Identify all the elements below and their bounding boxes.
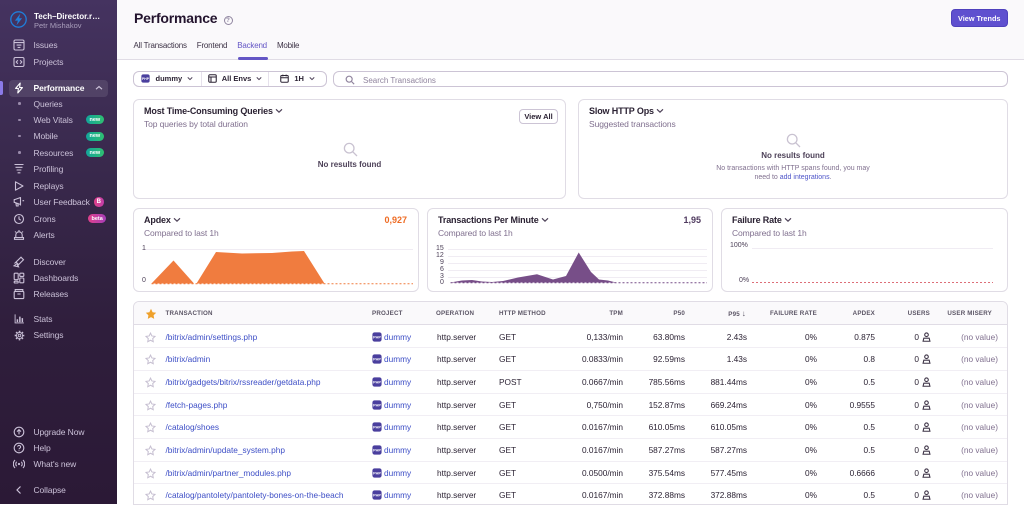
svg-text:PHP: PHP [373, 403, 381, 407]
svg-text:PHP: PHP [373, 335, 381, 339]
svg-text:PHP: PHP [373, 494, 381, 498]
svg-text:PHP: PHP [373, 381, 381, 385]
svg-text:PHP: PHP [143, 77, 151, 81]
svg-text:PHP: PHP [373, 426, 381, 430]
svg-text:PHP: PHP [373, 358, 381, 362]
svg-text:PHP: PHP [373, 471, 381, 475]
svg-text:PHP: PHP [373, 449, 381, 453]
